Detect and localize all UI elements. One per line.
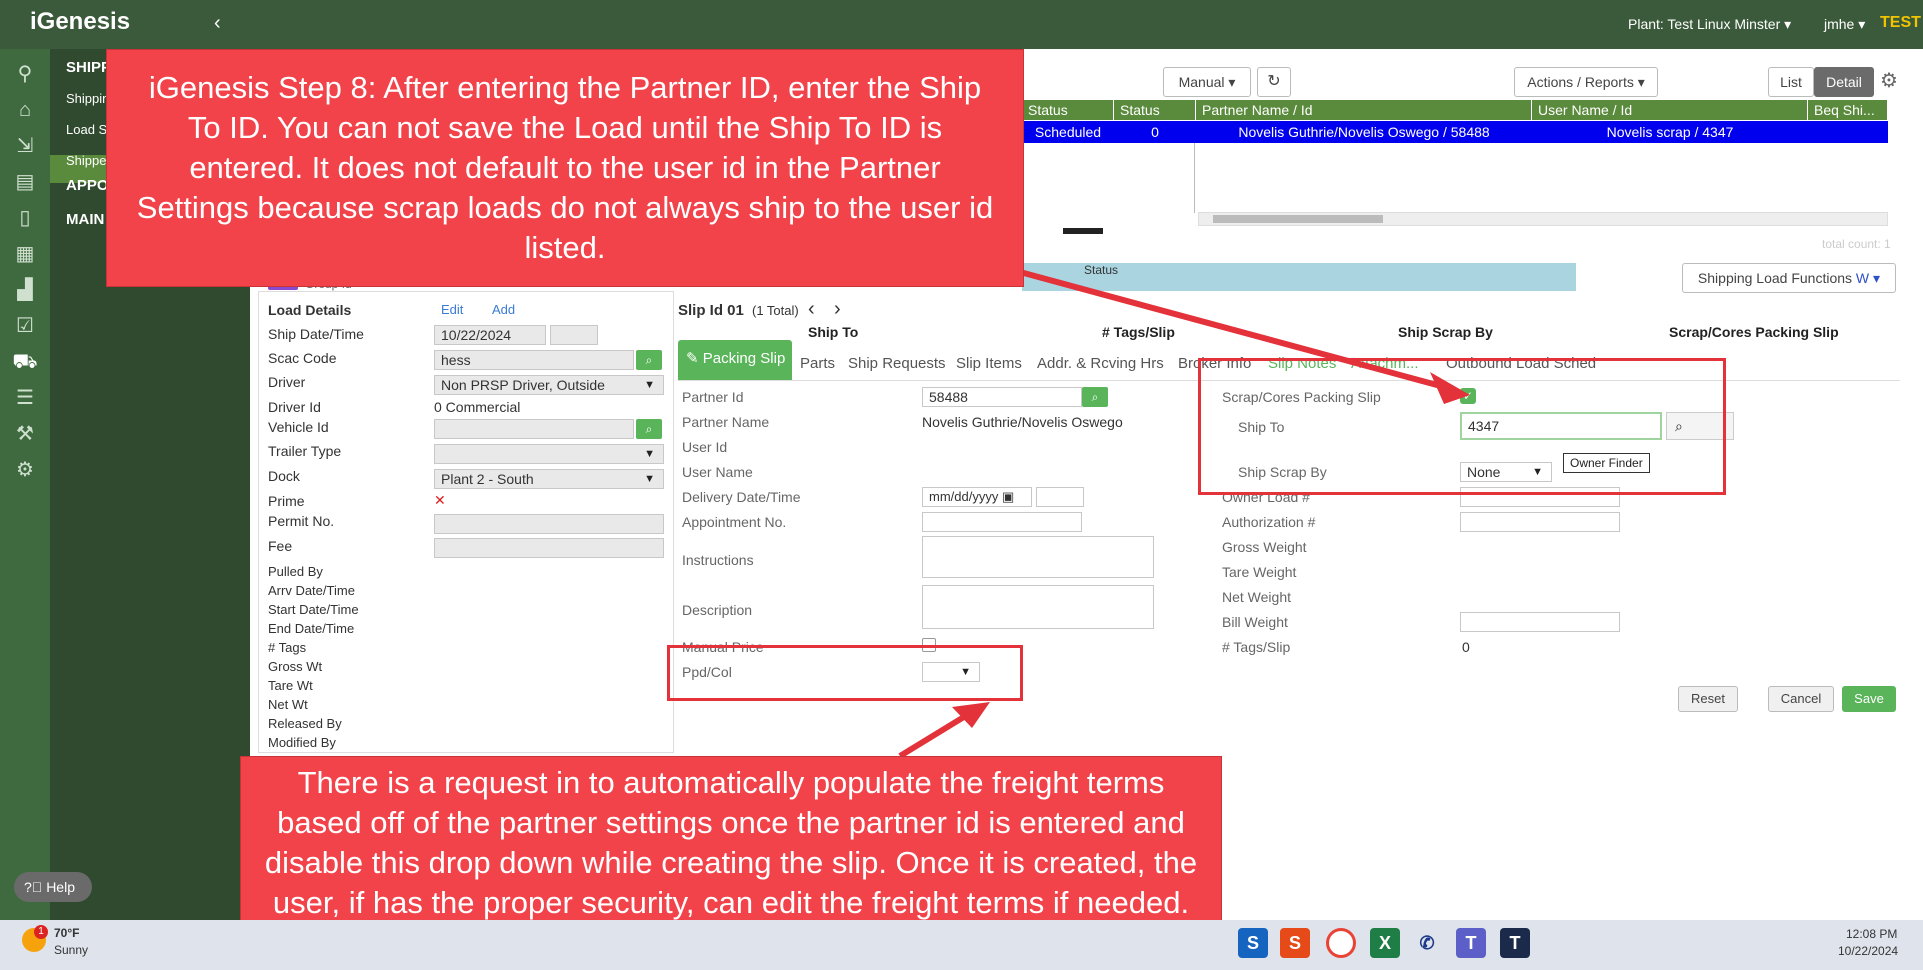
taskbar-chrome-icon[interactable] <box>1326 928 1356 958</box>
weather-temp: 70°F <box>54 926 80 940</box>
taskbar-app-t-icon[interactable]: T <box>1500 928 1530 958</box>
taskbar-app-s-blue-icon[interactable]: S <box>1238 928 1268 958</box>
annotation-arrowhead-top <box>1430 372 1470 404</box>
clock-time: 12:08 PM <box>1846 927 1898 941</box>
clock-date: 10/22/2024 <box>1838 944 1899 958</box>
annotation-arrow-top <box>1019 269 1449 391</box>
os-taskbar <box>0 920 1923 970</box>
annotation-callout-top: iGenesis Step 8: After entering the Part… <box>106 49 1024 287</box>
annotation-arrow-bottom <box>898 709 974 759</box>
weather-badge: 1 <box>34 925 48 939</box>
taskbar-teams-icon[interactable]: T <box>1456 928 1486 958</box>
taskbar-excel-icon[interactable]: X <box>1370 928 1400 958</box>
taskbar-phone-icon[interactable]: ✆ <box>1412 928 1442 958</box>
weather-desc: Sunny <box>54 943 89 957</box>
taskbar-app-s-orange-icon[interactable]: S <box>1280 928 1310 958</box>
